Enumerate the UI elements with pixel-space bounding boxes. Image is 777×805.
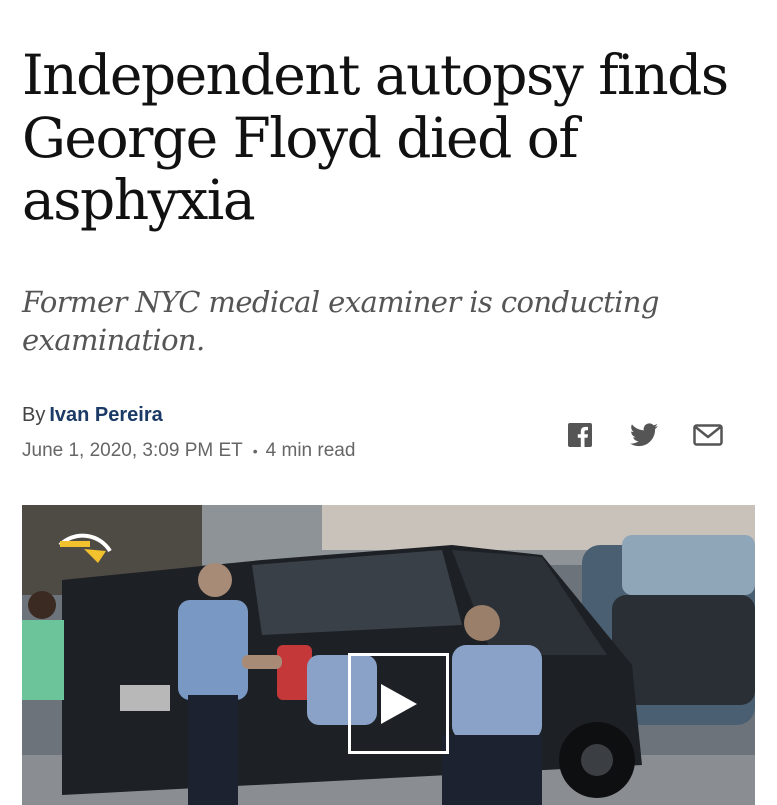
video-player[interactable] [22,505,755,805]
byline-prefix: By [22,404,46,426]
play-button[interactable] [348,653,449,754]
article-headline: Independent autopsy finds George Floyd d… [22,43,729,233]
author-link[interactable]: Ivan Pereira [49,404,162,426]
play-icon [380,683,417,724]
article-subheadline: Former NYC medical examiner is conductin… [22,285,659,357]
share-bar [565,420,723,450]
article-meta: June 1, 2020, 3:09 PM ET • 4 min read [22,440,355,462]
email-icon [693,424,723,446]
read-time: 4 min read [265,440,356,461]
byline: By Ivan Pereira [22,404,163,427]
facebook-share-button[interactable] [565,420,595,450]
facebook-icon [568,423,592,447]
email-share-button[interactable] [693,420,723,450]
meta-separator: • [252,443,258,459]
publish-date: June 1, 2020, 3:09 PM ET [22,440,243,461]
twitter-icon [630,423,658,447]
twitter-share-button[interactable] [629,420,659,450]
